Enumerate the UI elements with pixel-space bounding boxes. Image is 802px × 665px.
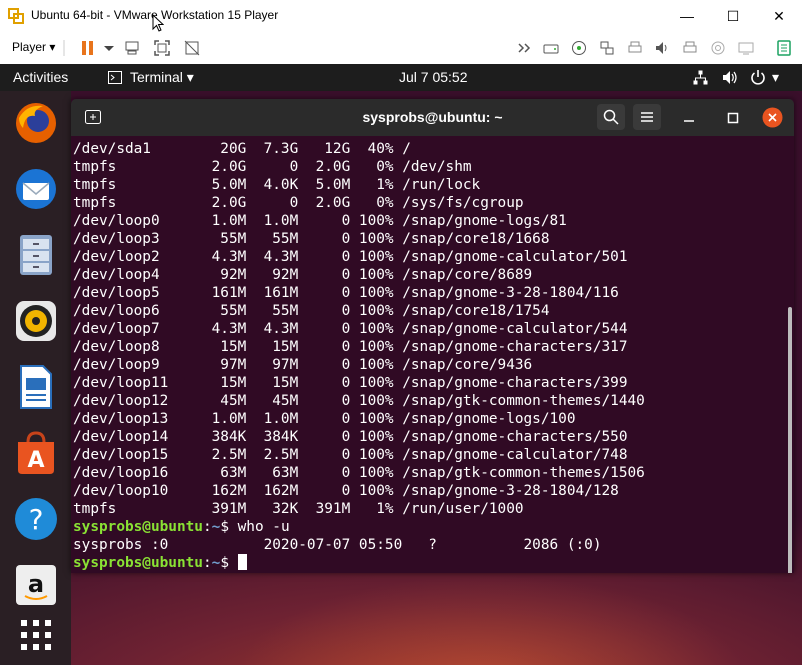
ubuntu-software-icon[interactable]: A xyxy=(13,430,59,476)
network-icon[interactable] xyxy=(693,70,708,85)
notes-icon[interactable] xyxy=(776,40,792,56)
df-row: tmpfs 2.0G 0 2.0G 0% /dev/shm xyxy=(73,159,472,175)
df-row: /dev/loop6 55M 55M 0 100% /snap/core18/1… xyxy=(73,303,550,319)
command-text: who -u xyxy=(237,519,290,535)
chevron-down-icon: ▾ xyxy=(49,40,56,54)
window-titlebar: Ubuntu 64-bit - VMware Workstation 15 Pl… xyxy=(0,0,802,32)
df-row: /dev/loop10 162M 162M 0 100% /snap/gnome… xyxy=(73,483,619,499)
separator-icon xyxy=(63,40,65,56)
terminal-header-bar: sysprobs@ubuntu: ~ xyxy=(71,99,794,136)
show-apps-icon[interactable] xyxy=(13,612,59,658)
gnome-top-bar: Activities Terminal ▾ Jul 7 05:52 ▾ xyxy=(0,64,802,91)
who-output: sysprobs :0 2020-07-07 05:50 ? 2086 (:0) xyxy=(73,537,602,553)
double-chevron-right-icon[interactable] xyxy=(517,40,533,56)
vm-screen[interactable]: Activities Terminal ▾ Jul 7 05:52 ▾ A ? … xyxy=(0,64,802,665)
terminal-window[interactable]: sysprobs@ubuntu: ~ /dev/sda1 20G 7.3G 12… xyxy=(71,99,794,573)
df-row: /dev/loop2 4.3M 4.3M 0 100% /snap/gnome-… xyxy=(73,249,628,265)
unity-mode-icon[interactable] xyxy=(184,40,200,56)
activities-button[interactable]: Activities xyxy=(13,69,68,85)
terminal-output: /dev/sda1 20G 7.3G 12G 40% / tmpfs 2.0G … xyxy=(73,140,645,572)
printer-icon[interactable] xyxy=(627,40,643,56)
prompt-user: sysprobs@ubuntu xyxy=(73,519,203,535)
terminal-body[interactable]: /dev/sda1 20G 7.3G 12G 40% / tmpfs 2.0G … xyxy=(71,136,794,573)
df-row: /dev/loop11 15M 15M 0 100% /snap/gnome-c… xyxy=(73,375,628,391)
prompt-path: ~ xyxy=(211,519,221,535)
vmware-app-icon xyxy=(8,8,24,24)
df-row: /dev/loop0 1.0M 1.0M 0 100% /snap/gnome-… xyxy=(73,213,567,229)
prompt-separator: : xyxy=(202,519,212,535)
system-menu-arrow[interactable]: ▾ xyxy=(772,69,779,86)
rhythmbox-icon[interactable] xyxy=(13,298,59,344)
df-row: /dev/loop4 92M 92M 0 100% /snap/core/868… xyxy=(73,267,533,283)
thunderbird-icon[interactable] xyxy=(13,166,59,212)
pause-icon[interactable] xyxy=(80,40,96,56)
text-cursor xyxy=(237,554,247,570)
libreoffice-writer-icon[interactable] xyxy=(13,364,59,410)
hamburger-icon xyxy=(641,112,653,122)
camera-icon[interactable] xyxy=(710,40,726,56)
prompt-user: sysprobs@ubuntu xyxy=(73,555,203,571)
minimize-button[interactable]: — xyxy=(664,0,710,32)
prompt-separator: : xyxy=(202,555,212,571)
maximize-button[interactable]: ☐ xyxy=(710,0,756,32)
send-ctrl-alt-del-icon[interactable] xyxy=(124,40,140,56)
close-button[interactable]: ✕ xyxy=(756,0,802,32)
df-row: tmpfs 2.0G 0 2.0G 0% /sys/fs/cgroup xyxy=(73,195,524,211)
network-adapter-icon[interactable] xyxy=(599,40,615,56)
df-row: /dev/loop8 15M 15M 0 100% /snap/gnome-ch… xyxy=(73,339,628,355)
prompt-path: ~ xyxy=(211,555,221,571)
help-icon[interactable]: ? xyxy=(13,496,59,542)
amazon-icon[interactable]: a xyxy=(13,562,59,608)
close-icon[interactable] xyxy=(762,107,783,128)
files-icon[interactable] xyxy=(13,232,59,278)
df-row: /dev/loop5 161M 161M 0 100% /snap/gnome-… xyxy=(73,285,619,301)
minimize-icon[interactable] xyxy=(683,112,695,124)
sound-card-icon[interactable] xyxy=(654,40,670,56)
hamburger-menu-button[interactable] xyxy=(633,104,661,130)
chevron-down-icon[interactable] xyxy=(101,40,117,56)
maximize-icon[interactable] xyxy=(727,112,739,124)
player-menu[interactable]: Player ▾ xyxy=(12,40,55,54)
svg-text:A: A xyxy=(27,448,44,473)
df-row: /dev/loop7 4.3M 4.3M 0 100% /snap/gnome-… xyxy=(73,321,628,337)
df-row: /dev/loop16 63M 63M 0 100% /snap/gtk-com… xyxy=(73,465,645,481)
firefox-icon[interactable] xyxy=(13,100,59,146)
search-icon xyxy=(603,109,619,125)
vmware-toolbar: Player ▾ xyxy=(0,32,802,65)
cd-dvd-icon[interactable] xyxy=(571,40,587,56)
player-menu-label: Player xyxy=(12,40,47,54)
prompt-sign: $ xyxy=(220,519,238,535)
display-icon[interactable] xyxy=(738,40,754,56)
prompt-sign: $ xyxy=(220,555,238,571)
volume-icon[interactable] xyxy=(722,70,738,85)
terminal-app-icon xyxy=(108,71,122,84)
scrollbar[interactable] xyxy=(788,307,792,573)
hard-disk-icon[interactable] xyxy=(543,40,559,56)
svg-text:?: ? xyxy=(29,503,44,536)
clock[interactable]: Jul 7 05:52 xyxy=(399,69,468,85)
df-row: /dev/loop14 384K 384K 0 100% /snap/gnome… xyxy=(73,429,628,445)
df-row: tmpfs 5.0M 4.0K 5.0M 1% /run/lock xyxy=(73,177,481,193)
mouse-cursor-icon xyxy=(152,14,164,32)
df-row: /dev/loop13 1.0M 1.0M 0 100% /snap/gnome… xyxy=(73,411,576,427)
df-row: /dev/loop15 2.5M 2.5M 0 100% /snap/gnome… xyxy=(73,447,628,463)
df-row: /dev/loop3 55M 55M 0 100% /snap/core18/1… xyxy=(73,231,550,247)
fullscreen-icon[interactable] xyxy=(154,40,170,56)
df-row: /dev/sda1 20G 7.3G 12G 40% / xyxy=(73,141,411,157)
df-row: tmpfs 391M 32K 391M 1% /run/user/1000 xyxy=(73,501,524,517)
ubuntu-dock: A ? a xyxy=(0,91,71,665)
power-icon[interactable] xyxy=(750,69,766,85)
app-menu[interactable]: Terminal ▾ xyxy=(130,69,194,86)
df-row: /dev/loop9 97M 97M 0 100% /snap/core/943… xyxy=(73,357,533,373)
search-button[interactable] xyxy=(597,104,625,130)
printer-icon[interactable] xyxy=(682,40,698,56)
svg-text:a: a xyxy=(28,570,44,598)
df-row: /dev/loop12 45M 45M 0 100% /snap/gtk-com… xyxy=(73,393,645,409)
